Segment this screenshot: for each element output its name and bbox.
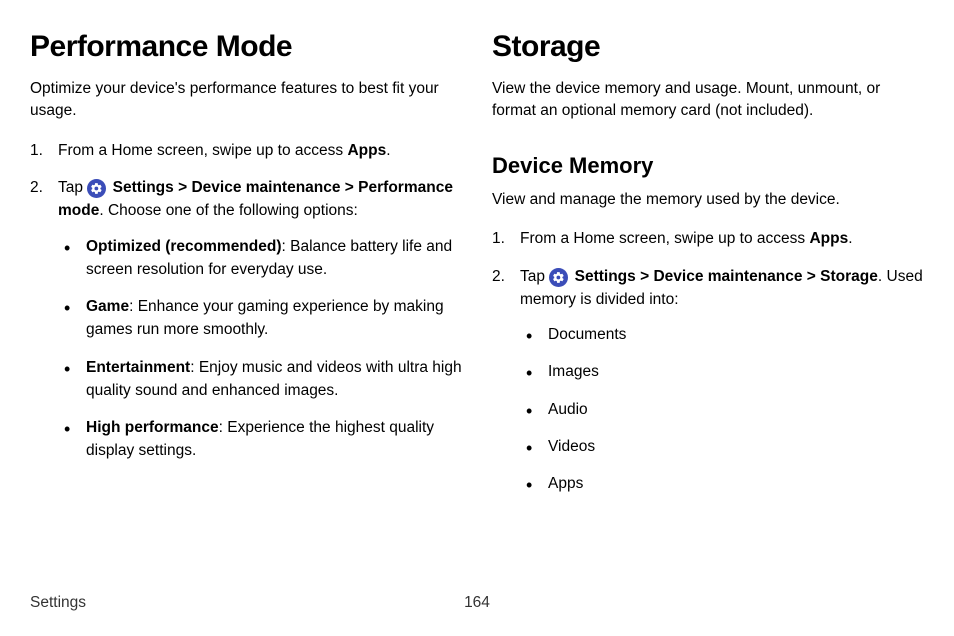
heading-device-memory: Device Memory bbox=[492, 153, 924, 179]
option-optimized: Optimized (recommended): Balance battery… bbox=[58, 235, 462, 282]
step-1: From a Home screen, swipe up to access A… bbox=[492, 227, 924, 250]
device-memory-intro: View and manage the memory used by the d… bbox=[492, 189, 924, 211]
step-text-end: . Choose one of the following options: bbox=[99, 202, 358, 219]
option-game: Game: Enhance your gaming experience by … bbox=[58, 295, 462, 342]
category-videos: Videos bbox=[520, 435, 924, 458]
category-documents: Documents bbox=[520, 323, 924, 346]
option-high-performance: High performance: Experience the highest… bbox=[58, 416, 462, 463]
apps-bold: Apps bbox=[809, 230, 848, 247]
step-2: Tap Settings > Device maintenance > Perf… bbox=[30, 176, 462, 463]
step-2: Tap Settings > Device maintenance > Stor… bbox=[492, 265, 924, 496]
tap-text: Tap bbox=[520, 268, 549, 285]
device-maintenance-bold: Device maintenance bbox=[191, 179, 340, 196]
settings-bold: Settings bbox=[575, 268, 636, 285]
separator: > bbox=[803, 268, 821, 285]
heading-storage: Storage bbox=[492, 30, 924, 64]
separator: > bbox=[636, 268, 654, 285]
left-column: Performance Mode Optimize your device's … bbox=[30, 30, 462, 509]
performance-intro: Optimize your device's performance featu… bbox=[30, 78, 462, 123]
step-text: From a Home screen, swipe up to access bbox=[58, 142, 347, 159]
content-columns: Performance Mode Optimize your device's … bbox=[30, 30, 924, 509]
separator: > bbox=[341, 179, 359, 196]
footer-section-label: Settings bbox=[30, 594, 86, 612]
tap-text: Tap bbox=[58, 179, 87, 196]
settings-icon bbox=[87, 179, 106, 198]
option-label: Entertainment bbox=[86, 359, 190, 376]
storage-steps: From a Home screen, swipe up to access A… bbox=[492, 227, 924, 495]
heading-performance-mode: Performance Mode bbox=[30, 30, 462, 64]
step-text-end: . bbox=[848, 230, 852, 247]
memory-categories: Documents Images Audio Videos Apps bbox=[520, 323, 924, 495]
device-maintenance-bold: Device maintenance bbox=[653, 268, 802, 285]
option-label: Optimized (recommended) bbox=[86, 238, 282, 255]
separator: > bbox=[174, 179, 192, 196]
option-label: Game bbox=[86, 298, 129, 315]
option-entertainment: Entertainment: Enjoy music and videos wi… bbox=[58, 356, 462, 403]
step-text-end: . bbox=[386, 142, 390, 159]
step-text: From a Home screen, swipe up to access bbox=[520, 230, 809, 247]
storage-intro: View the device memory and usage. Mount,… bbox=[492, 78, 924, 123]
settings-bold: Settings bbox=[113, 179, 174, 196]
category-apps: Apps bbox=[520, 472, 924, 495]
apps-bold: Apps bbox=[347, 142, 386, 159]
footer-page-number: 164 bbox=[464, 594, 490, 612]
storage-bold: Storage bbox=[820, 268, 878, 285]
option-label: High performance bbox=[86, 419, 219, 436]
performance-options: Optimized (recommended): Balance battery… bbox=[58, 235, 462, 463]
step-1: From a Home screen, swipe up to access A… bbox=[30, 139, 462, 162]
settings-icon bbox=[549, 268, 568, 287]
category-audio: Audio bbox=[520, 398, 924, 421]
page-footer: Settings 164 bbox=[30, 594, 924, 612]
performance-steps: From a Home screen, swipe up to access A… bbox=[30, 139, 462, 463]
option-desc: : Enhance your gaming experience by maki… bbox=[86, 298, 444, 338]
right-column: Storage View the device memory and usage… bbox=[492, 30, 924, 509]
category-images: Images bbox=[520, 360, 924, 383]
